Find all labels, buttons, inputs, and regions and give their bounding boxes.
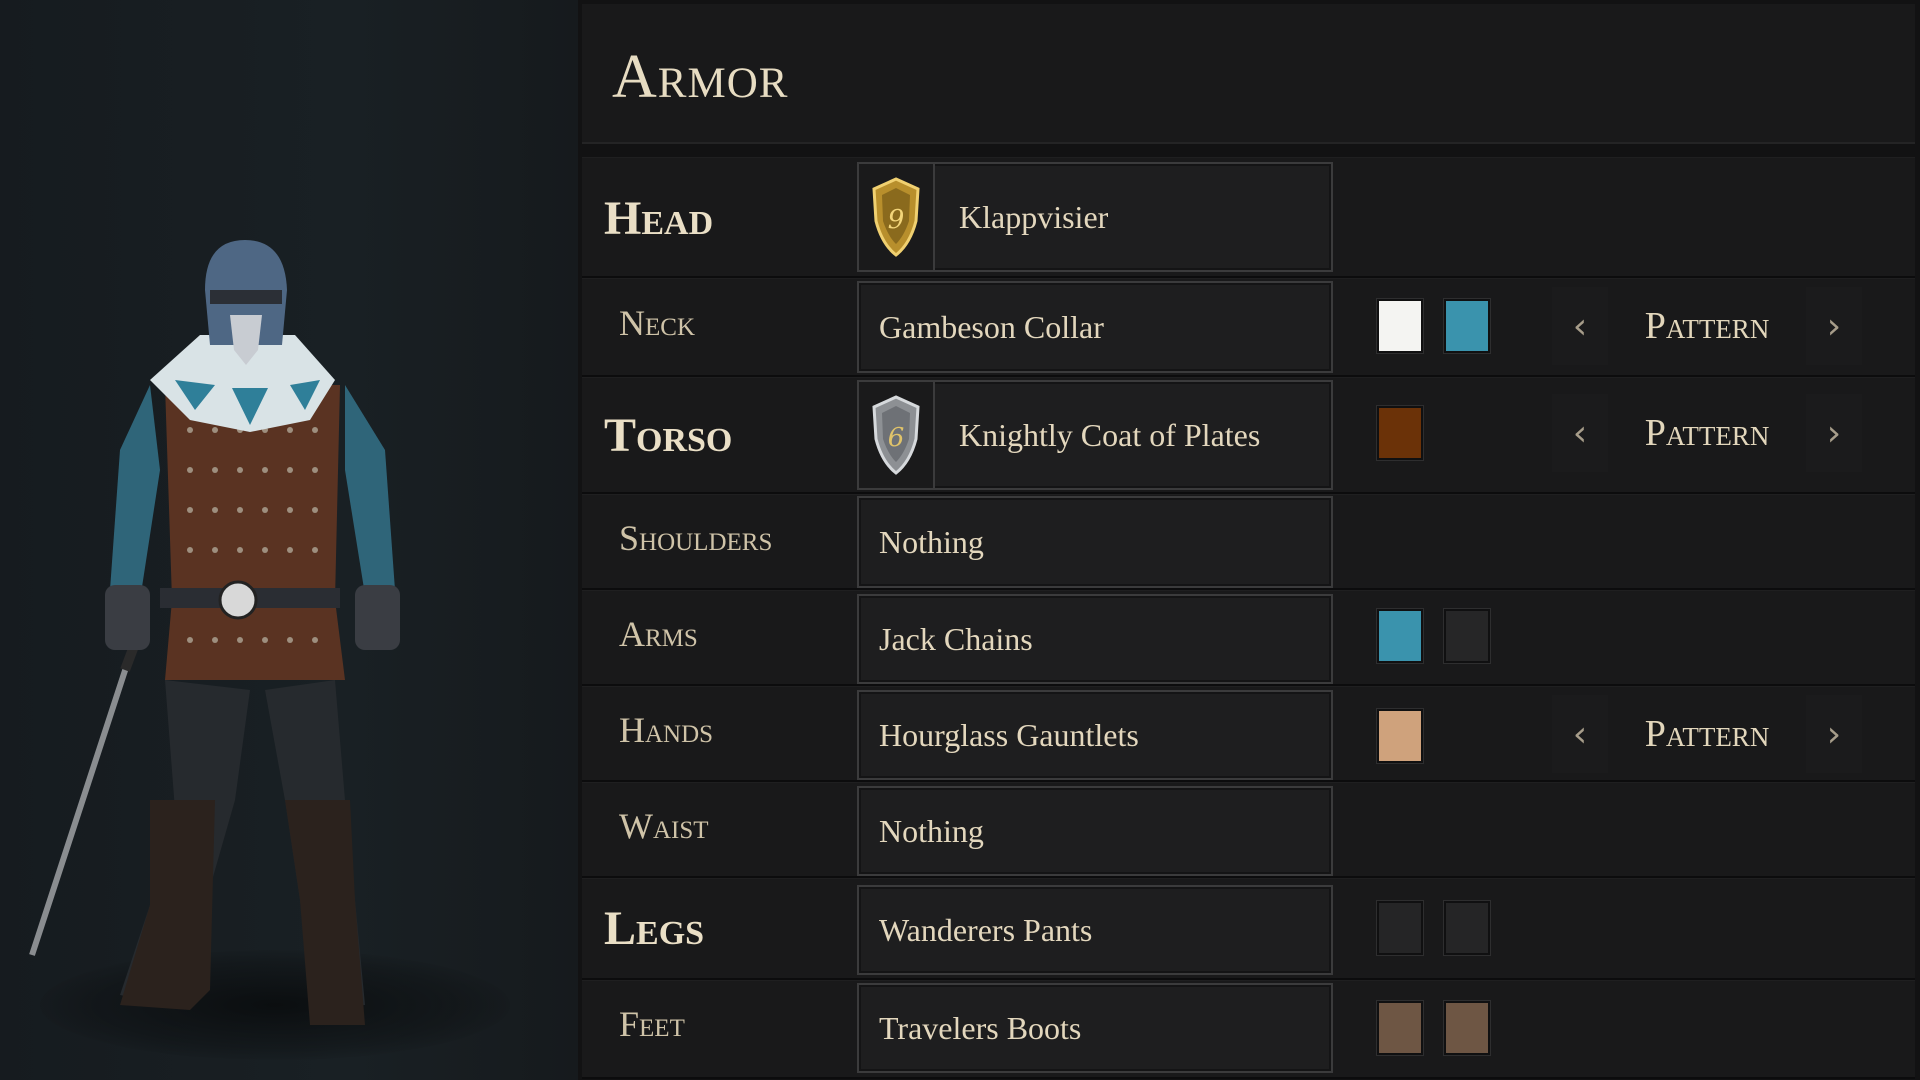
chevron-left-icon[interactable]: ‹ [1552,695,1608,773]
item-name-feet: Travelers Boots [879,1009,1082,1046]
page-title: Armor [612,43,789,111]
item-selector-legs[interactable]: Wanderers Pants [857,885,1333,975]
item-name-hands: Hourglass Gauntlets [879,716,1139,753]
item-tier-head: 9 [888,205,905,235]
item-selector-feet[interactable]: Travelers Boots [857,983,1333,1073]
color-swatch-primary[interactable] [1377,709,1423,763]
pattern-label: Pattern [1644,713,1770,755]
slot-label-hands: Hands [619,710,714,750]
item-name-shoulders: Nothing [879,523,984,560]
pattern-label: Pattern [1644,305,1770,347]
color-swatch-secondary[interactable] [1444,901,1490,955]
slot-label-feet: Feet [619,1004,685,1044]
slot-label-head: Head [604,192,714,245]
chevron-right-icon[interactable]: › [1806,394,1862,472]
color-swatch-primary[interactable] [1377,1001,1423,1055]
slot-row-legs: Legs Wanderers Pants [582,878,1915,980]
item-selector-neck[interactable]: Gambeson Collar [857,281,1333,373]
panel-header: Armor [582,4,1915,144]
character-preview[interactable] [0,0,578,1080]
shield-icon: 6 [859,382,935,488]
color-swatch-secondary[interactable] [1444,609,1490,663]
color-swatch-primary[interactable] [1377,406,1423,460]
item-name-head: Klappvisier [959,198,1109,235]
slot-label-shoulders: Shoulders [619,518,773,558]
slot-row-arms: Arms Jack Chains [582,590,1915,686]
slot-label-torso: Torso [604,409,733,462]
slot-row-neck: Neck Gambeson Collar ‹ Pattern › [582,278,1915,377]
slot-label-waist: Waist [619,806,709,846]
item-name-waist: Nothing [879,812,984,849]
chevron-left-icon[interactable]: ‹ [1552,394,1608,472]
slot-row-waist: Waist Nothing [582,782,1915,878]
pattern-selector-torso: ‹ Pattern › [1552,394,1862,472]
item-selector-hands[interactable]: Hourglass Gauntlets [857,690,1333,780]
item-selector-head[interactable]: 9 Klappvisier [857,162,1333,272]
color-swatch-primary[interactable] [1377,609,1423,663]
item-tier-torso: 6 [888,423,905,453]
slot-row-feet: Feet Travelers Boots [582,980,1915,1079]
item-name-arms: Jack Chains [879,620,1033,657]
slot-row-torso: Torso 6 Knightly Coat of Plates ‹ Patter… [582,377,1915,494]
color-swatch-secondary[interactable] [1444,299,1490,353]
item-selector-arms[interactable]: Jack Chains [857,594,1333,684]
color-swatch-primary[interactable] [1377,901,1423,955]
slot-row-shoulders: Shoulders Nothing [582,494,1915,590]
shield-icon: 9 [859,164,935,270]
color-swatch-secondary[interactable] [1444,1001,1490,1055]
slot-label-neck: Neck [619,303,695,343]
pattern-label: Pattern [1644,412,1770,454]
chevron-left-icon[interactable]: ‹ [1552,287,1608,365]
knight-figure [29,240,400,1025]
item-name-legs: Wanderers Pants [879,911,1093,948]
item-name-neck: Gambeson Collar [879,308,1104,345]
pattern-selector-hands: ‹ Pattern › [1552,695,1862,773]
color-swatch-primary[interactable] [1377,299,1423,353]
slot-label-legs: Legs [604,902,705,955]
slot-row-hands: Hands Hourglass Gauntlets ‹ Pattern › [582,686,1915,782]
item-selector-waist[interactable]: Nothing [857,786,1333,876]
item-name-torso: Knightly Coat of Plates [959,416,1261,453]
chevron-right-icon[interactable]: › [1806,695,1862,773]
chevron-right-icon[interactable]: › [1806,287,1862,365]
slot-row-head: Head 9 Klappvisier [582,157,1915,278]
slot-label-arms: Arms [619,614,698,654]
pattern-selector-neck: ‹ Pattern › [1552,287,1862,365]
item-selector-torso[interactable]: 6 Knightly Coat of Plates [857,380,1333,490]
item-selector-shoulders[interactable]: Nothing [857,496,1333,588]
